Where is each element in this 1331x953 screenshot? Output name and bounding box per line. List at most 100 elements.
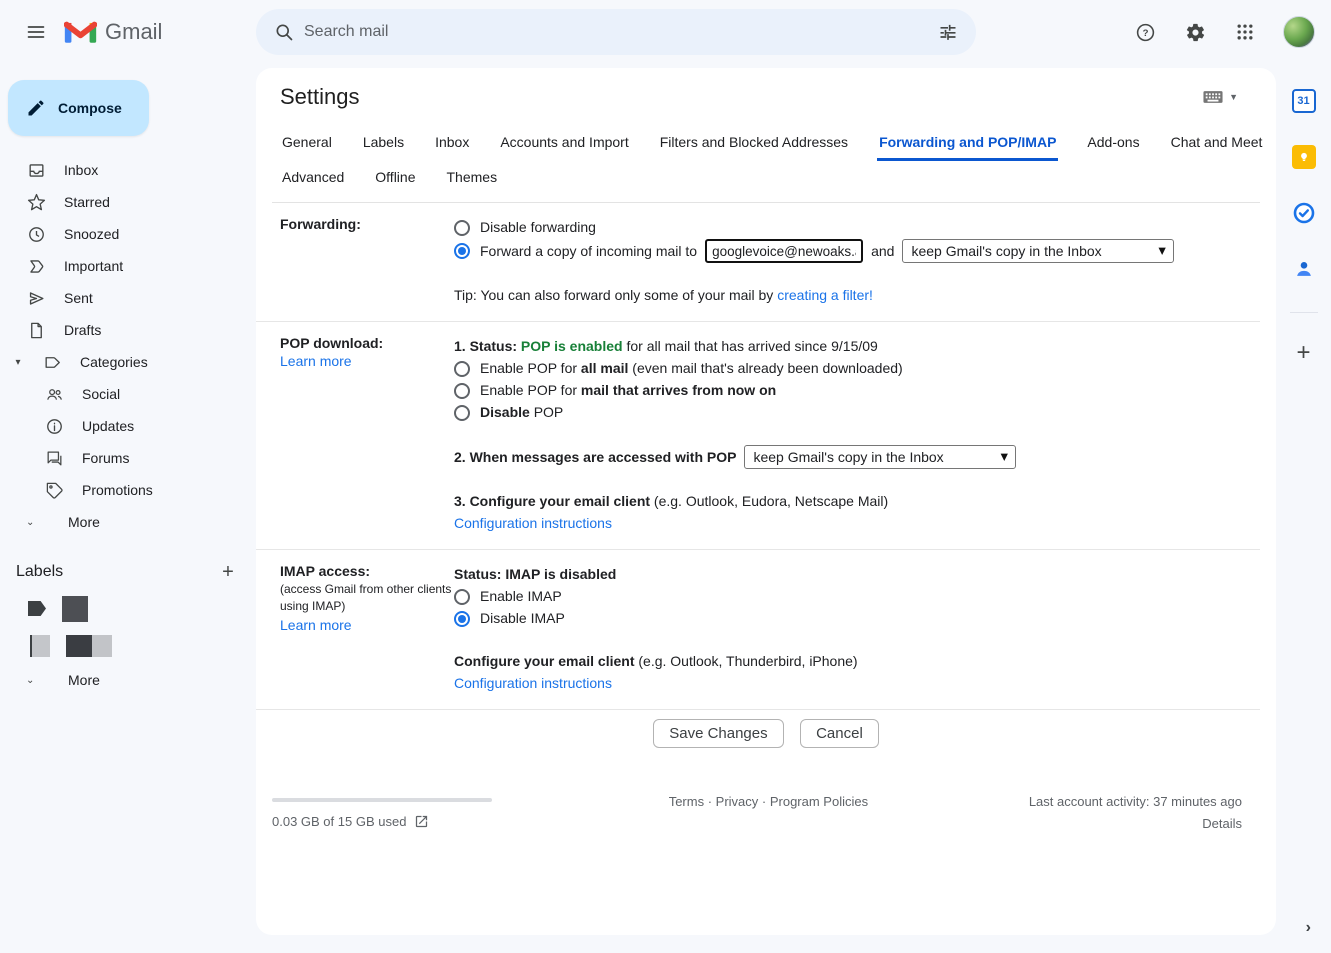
details-link[interactable]: Details (1202, 816, 1242, 831)
sidebar-item-more[interactable]: ⌄ More (0, 506, 256, 538)
pop-enable-now-option[interactable]: Enable POP for mail that arrives from no… (454, 380, 1240, 401)
imap-access-section: IMAP access: (access Gmail from other cl… (256, 550, 1260, 710)
imap-configuration-instructions-link[interactable]: Configuration instructions (454, 673, 612, 694)
labels-title: Labels (16, 563, 63, 581)
contacts-icon[interactable] (1291, 256, 1317, 282)
compose-button[interactable]: Compose (8, 80, 149, 136)
clock-icon (26, 225, 46, 244)
get-add-ons-plus-icon[interactable]: + (1296, 343, 1310, 363)
inbox-icon (26, 161, 46, 180)
tab-themes[interactable]: Themes (445, 163, 500, 196)
tab-accounts-and-import[interactable]: Accounts and Import (498, 128, 630, 161)
tip-text: Tip: You can also forward only some of y… (454, 287, 777, 303)
forward-action-select[interactable]: keep Gmail's copy in the Inbox (902, 239, 1174, 263)
sidebar-item-snoozed[interactable]: Snoozed (0, 218, 256, 250)
imap-disable-option[interactable]: Disable IMAP (454, 608, 1240, 629)
account-avatar[interactable] (1283, 16, 1315, 48)
pop-configure-line: 3. Configure your email client (e.g. Out… (454, 491, 1240, 512)
forward-copy-option[interactable]: Forward a copy of incoming mail to and k… (454, 239, 1240, 263)
imap-configure-line: Configure your email client (e.g. Outloo… (454, 651, 1240, 672)
settings-gear-icon[interactable] (1175, 12, 1215, 52)
label-tag-icon (28, 601, 46, 616)
tab-chat-and-meet[interactable]: Chat and Meet (1169, 128, 1265, 161)
disable-forwarding-option[interactable]: Disable forwarding (454, 217, 1240, 238)
settings-card: Settings ▼ General Labels Inbox Accounts… (256, 68, 1276, 935)
hamburger-menu-icon[interactable] (12, 8, 60, 56)
tab-filters-and-blocked-addresses[interactable]: Filters and Blocked Addresses (658, 128, 850, 161)
sidebar-item-promotions[interactable]: Promotions (0, 474, 256, 506)
search-icon[interactable] (264, 12, 304, 52)
forward-address-input[interactable] (705, 239, 863, 263)
side-panel-collapse-chevron[interactable]: › (1306, 919, 1311, 937)
top-bar: Gmail ? (0, 0, 1331, 64)
sidebar-item-starred[interactable]: Starred (0, 186, 256, 218)
search-bar[interactable] (256, 9, 976, 55)
sidebar-item-sent[interactable]: Sent (0, 282, 256, 314)
chat-bubbles-icon (44, 449, 64, 468)
disable-forwarding-radio[interactable] (454, 220, 470, 236)
sidebar-item-updates[interactable]: Updates (0, 410, 256, 442)
pop-enable-now-radio[interactable] (454, 383, 470, 399)
keep-icon[interactable] (1291, 144, 1317, 170)
tab-general[interactable]: General (280, 128, 334, 161)
program-policies-link[interactable]: Program Policies (770, 794, 868, 809)
tab-labels[interactable]: Labels (361, 128, 406, 161)
sidebar-item-inbox[interactable]: Inbox (0, 154, 256, 186)
pencil-icon (26, 98, 46, 118)
sidebar-item-important[interactable]: Important (0, 250, 256, 282)
tasks-icon[interactable] (1291, 200, 1317, 226)
pop-action-select[interactable]: keep Gmail's copy in the Inbox (744, 445, 1016, 469)
tab-add-ons[interactable]: Add-ons (1085, 128, 1141, 161)
search-input[interactable] (304, 23, 928, 41)
forwarding-section-label: Forwarding: (280, 216, 454, 232)
pop-learn-more-link[interactable]: Learn more (280, 353, 352, 369)
label-item-redacted-1[interactable] (0, 590, 256, 627)
privacy-link[interactable]: Privacy (716, 794, 759, 809)
google-apps-grid-icon[interactable] (1225, 12, 1265, 52)
radio-label: Forward a copy of incoming mail to (480, 241, 697, 262)
search-options-icon[interactable] (928, 12, 968, 52)
imap-enable-radio[interactable] (454, 589, 470, 605)
gmail-logo[interactable]: Gmail (64, 19, 162, 45)
sidebar-item-drafts[interactable]: Drafts (0, 314, 256, 346)
tab-forwarding-and-pop-imap[interactable]: Forwarding and POP/IMAP (877, 128, 1058, 161)
offer-tag-icon (44, 481, 64, 500)
label-tag-icon (42, 353, 62, 372)
sidebar-item-social[interactable]: Social (0, 378, 256, 410)
pop-enable-all-option[interactable]: Enable POP for all mail (even mail that'… (454, 358, 1240, 379)
pop-enable-all-radio[interactable] (454, 361, 470, 377)
pop-when-accessed-row: 2. When messages are accessed with POP k… (454, 445, 1240, 469)
create-label-plus-icon[interactable]: + (216, 560, 240, 584)
terms-link[interactable]: Terms (669, 794, 704, 809)
forward-copy-radio[interactable] (454, 243, 470, 259)
radio-label: Disable forwarding (480, 217, 596, 238)
tab-offline[interactable]: Offline (373, 163, 417, 196)
save-changes-button[interactable]: Save Changes (653, 719, 783, 748)
gmail-m-icon (64, 19, 97, 45)
pop-disable-radio[interactable] (454, 405, 470, 421)
keyboard-icon (1203, 90, 1223, 104)
open-in-new-icon[interactable] (414, 814, 429, 829)
creating-a-filter-link[interactable]: creating a filter! (777, 287, 873, 303)
label-item-redacted-2[interactable] (0, 627, 256, 664)
expand-triangle-icon[interactable]: ▾ (12, 357, 24, 368)
help-icon[interactable]: ? (1125, 12, 1165, 52)
input-method-selector[interactable]: ▼ (1203, 90, 1238, 104)
labels-more[interactable]: ⌄ More (0, 664, 256, 696)
cancel-button[interactable]: Cancel (800, 719, 879, 748)
imap-enable-option[interactable]: Enable IMAP (454, 586, 1240, 607)
tab-advanced[interactable]: Advanced (280, 163, 346, 196)
sidebar-item-label: Snoozed (64, 226, 119, 242)
forwarding-section: Forwarding: Disable forwarding Forward a… (256, 203, 1260, 322)
pop-download-section: POP download: Learn more 1. Status: POP … (256, 322, 1260, 550)
sidebar-item-categories[interactable]: ▾ Categories (0, 346, 256, 378)
sidebar-item-forums[interactable]: Forums (0, 442, 256, 474)
imap-disable-radio[interactable] (454, 611, 470, 627)
pop-configuration-instructions-link[interactable]: Configuration instructions (454, 513, 612, 534)
pop-disable-option[interactable]: Disable POP (454, 402, 1240, 423)
redacted-label-name (66, 635, 112, 657)
imap-status-line: Status: IMAP is disabled (454, 564, 1240, 585)
imap-learn-more-link[interactable]: Learn more (280, 617, 352, 633)
calendar-icon[interactable]: 31 (1291, 88, 1317, 114)
tab-inbox[interactable]: Inbox (433, 128, 471, 161)
